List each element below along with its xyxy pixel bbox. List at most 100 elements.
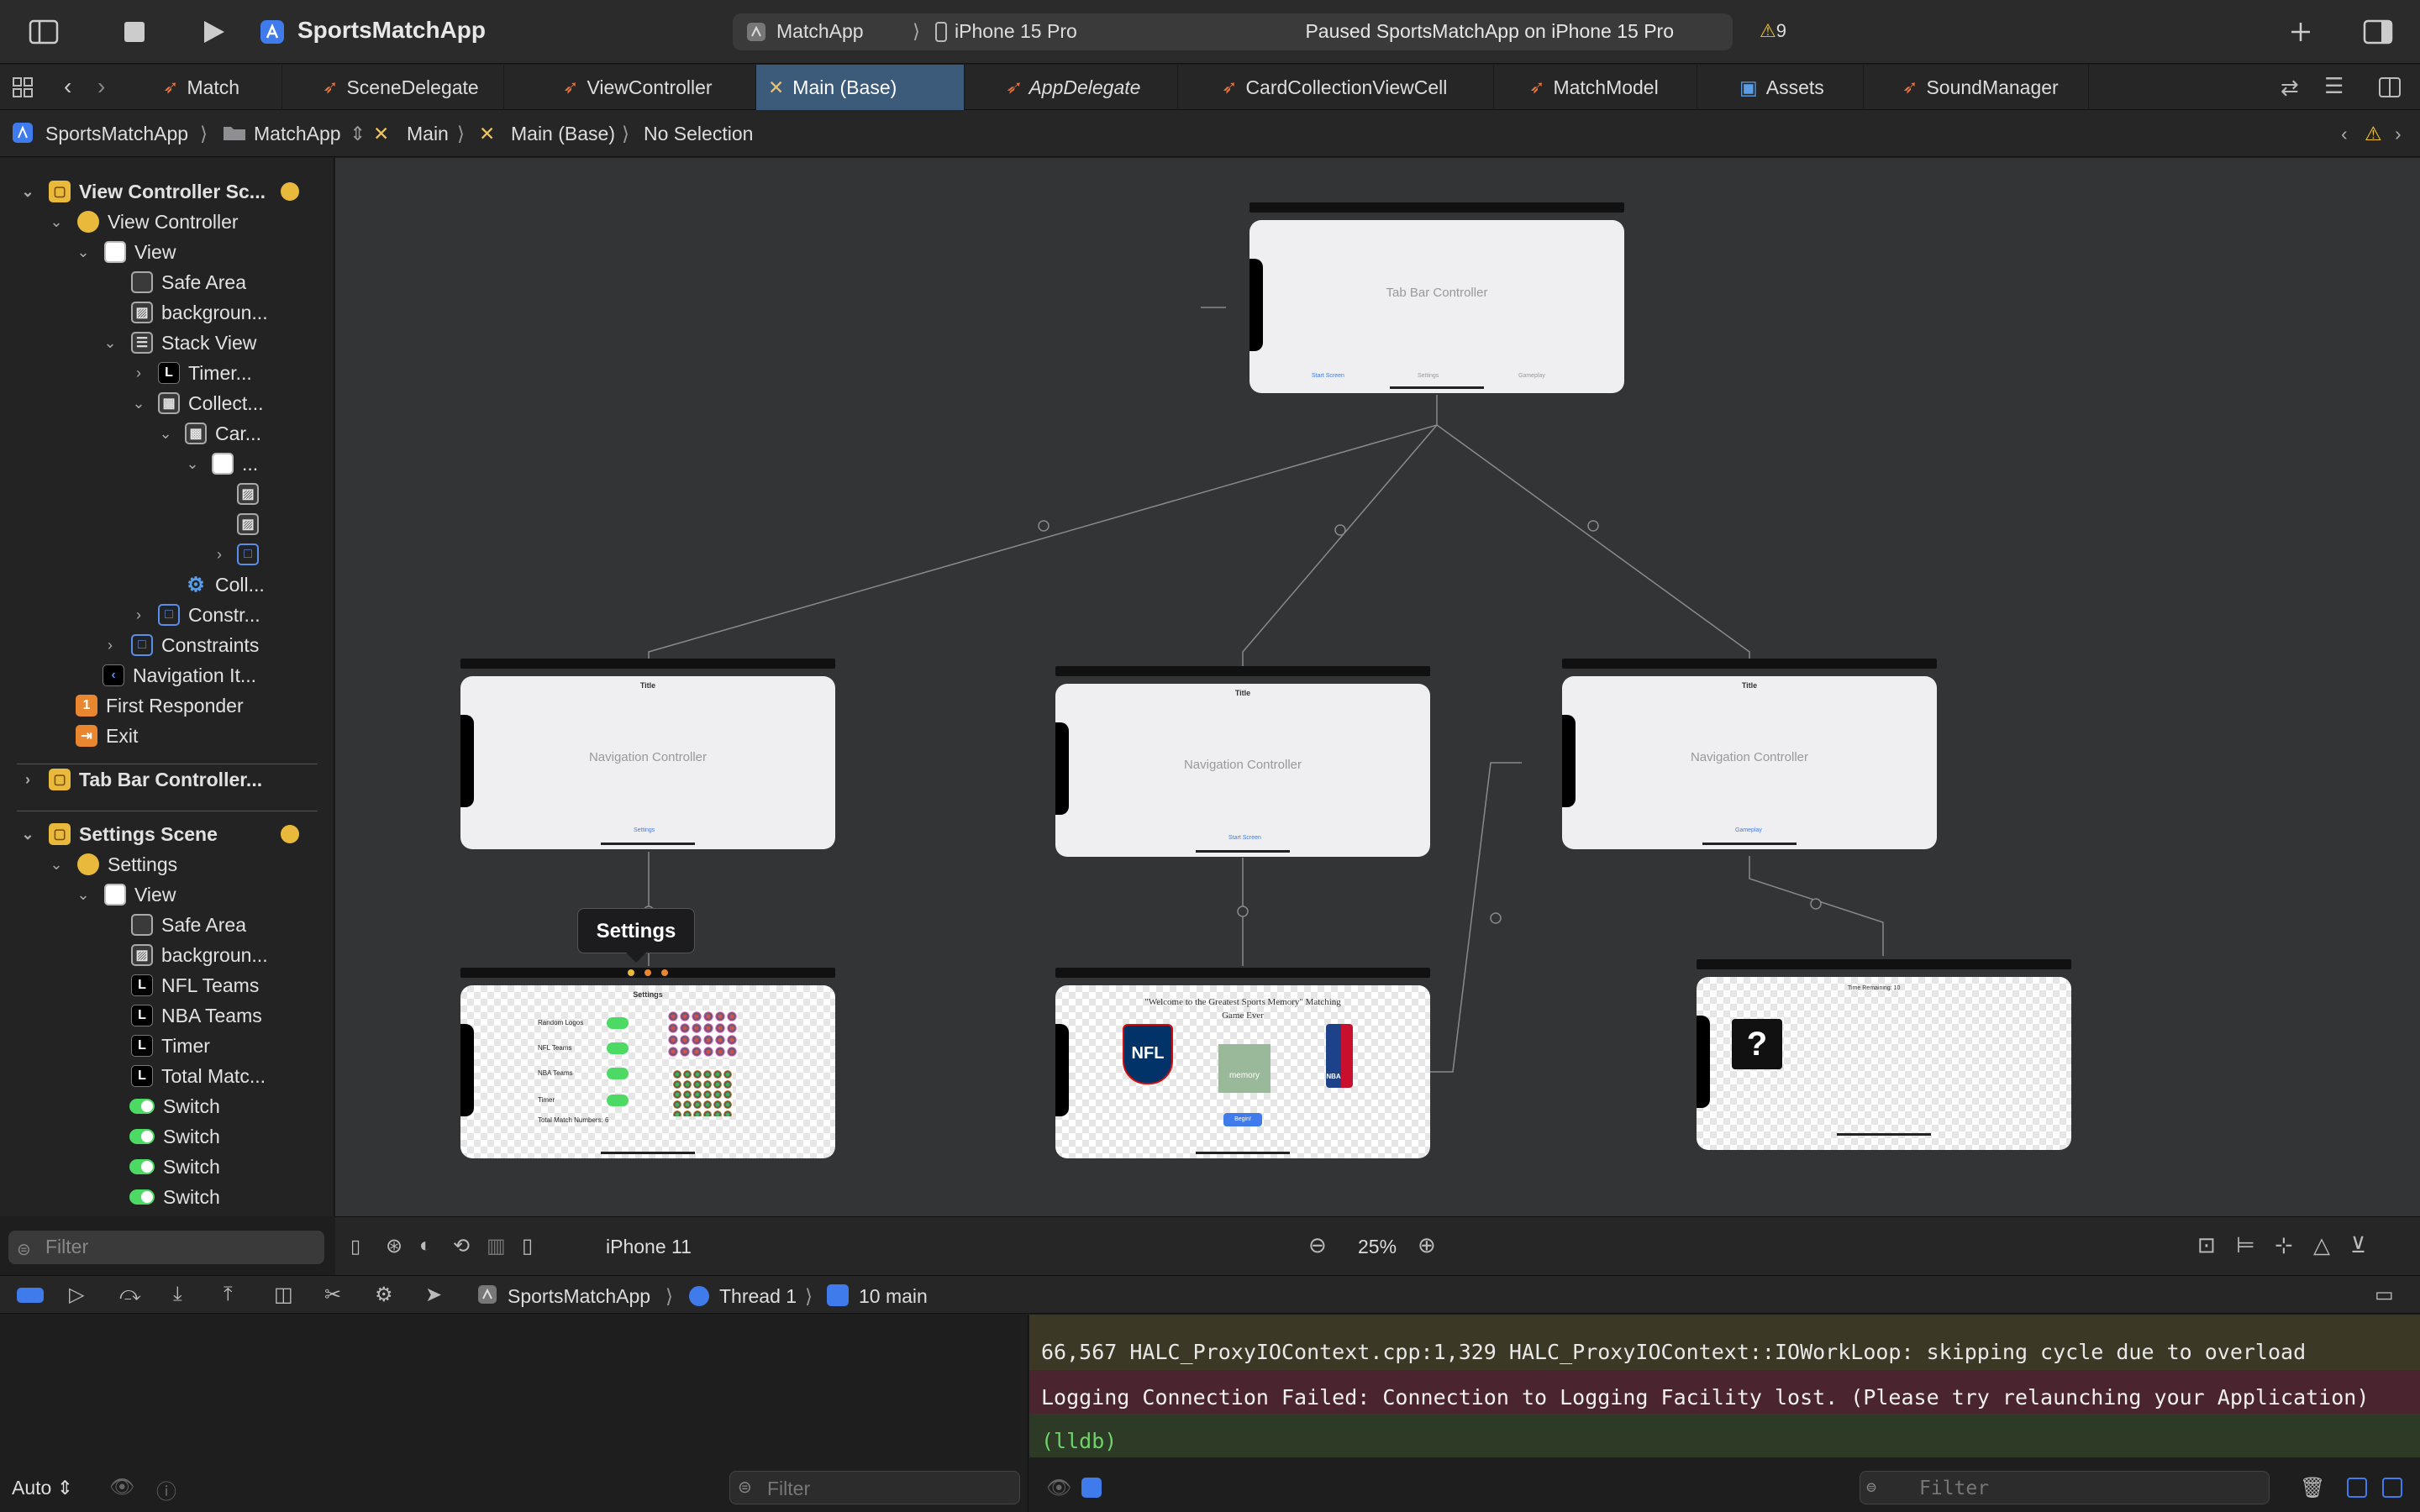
outline-row-nfl-teams[interactable]: L NFL Teams [131, 971, 259, 1000]
outline-row-tab-bar-scene[interactable]: › ▢ Tab Bar Controller... [18, 765, 262, 794]
outline-row-switch[interactable]: Switch [129, 1152, 220, 1181]
chevron-right-icon[interactable]: › [18, 771, 37, 789]
tab-bar-controller-scene[interactable]: Tab Bar Controller Start Screen Settings… [1249, 220, 1624, 393]
console-line-prompt[interactable]: (lldb) [1029, 1414, 2420, 1457]
simulate-location-icon[interactable]: ➤ [425, 1283, 442, 1307]
forward-icon[interactable]: › [97, 73, 105, 100]
breadcrumb-variant[interactable]: Main (Base) [511, 123, 615, 145]
breadcrumb-file[interactable]: Main [407, 123, 449, 145]
tab-assets[interactable]: ▣ Assets [1728, 65, 1864, 110]
variables-filter-input[interactable]: Filter [729, 1471, 1020, 1504]
outline-row-background[interactable]: ▨ backgroun... [131, 298, 268, 327]
outline-row-switch[interactable]: Switch [129, 1092, 220, 1121]
chevron-down-icon[interactable]: ⌄ [47, 856, 66, 874]
scene-dock-icon[interactable] [281, 182, 299, 201]
chevron-down-icon[interactable]: ⌄ [18, 183, 37, 201]
continue-icon[interactable]: ▷ [69, 1283, 84, 1307]
layout-icon[interactable]: ▥ [487, 1234, 506, 1258]
console-output-toggle-icon[interactable] [1081, 1478, 1102, 1498]
storyboard-canvas[interactable]: Tab Bar Controller Start Screen Settings… [335, 158, 2420, 1216]
variables-pane[interactable]: Auto ⇕ 👁 ⓘ Filter ⊜ [0, 1315, 1028, 1512]
scene-dock-icon[interactable] [281, 825, 299, 843]
device-config-label[interactable]: iPhone 11 [606, 1236, 692, 1258]
chevron-down-icon[interactable]: ⌄ [101, 334, 119, 352]
settings-view-controller[interactable]: Settings Random Logos NFL Teams NBA Team… [460, 985, 835, 1158]
tab-cardcollectionviewcell[interactable]: ➶ CardCollectionViewCell [1210, 65, 1494, 110]
outline-row-image-2[interactable]: ▨ [237, 510, 267, 538]
inspector-toggle-icon[interactable] [2363, 17, 2393, 47]
variables-scope-select[interactable]: Auto ⇕ [12, 1477, 73, 1499]
nfl-teams-switch[interactable] [607, 1042, 629, 1054]
console-pane[interactable]: 66,567 HALC_ProxyIOContext.cpp:1,329 HAL… [1029, 1315, 2420, 1512]
view-hierarchy-icon[interactable]: ◫ [274, 1283, 293, 1307]
scene-header[interactable] [1562, 659, 1937, 669]
nav-controller-settings[interactable]: Title Navigation Controller Settings [460, 676, 835, 849]
outline-row-settings-scene[interactable]: ⌄ ▢ Settings Scene [18, 820, 218, 848]
outline-row-switch[interactable]: Switch [129, 1122, 220, 1151]
tab-soundmanager[interactable]: ➶ SoundManager [1891, 65, 2089, 110]
nav-controller-gameplay[interactable]: Title Navigation Controller Gameplay [1562, 676, 1937, 849]
resolve-issues-icon[interactable]: △ [2313, 1232, 2330, 1258]
update-frames-icon[interactable]: ⊡ [2197, 1232, 2216, 1258]
scene-header[interactable] [460, 659, 835, 669]
scene-header[interactable] [1697, 959, 2071, 969]
grid-icon[interactable] [12, 76, 34, 98]
chevron-down-icon[interactable]: ⌄ [74, 244, 92, 261]
prev-issue-icon[interactable]: ‹ [2341, 123, 2348, 145]
editor-options-icon[interactable]: ☰ [2324, 73, 2344, 99]
chevron-down-icon[interactable]: ⌄ [156, 425, 175, 443]
debug-process[interactable]: SportsMatchApp [508, 1285, 650, 1308]
add-icon[interactable] [2286, 17, 2316, 47]
start-view-controller[interactable]: "Welcome to the Greatest Sports Memory" … [1055, 985, 1430, 1158]
step-out-icon[interactable]: ⤒ [224, 1283, 233, 1306]
chevron-right-icon[interactable]: › [129, 606, 148, 624]
environment-overrides-icon[interactable]: ⚙ [375, 1283, 393, 1307]
scene-header[interactable] [460, 968, 835, 978]
outline-row-view[interactable]: ⌄ View [74, 880, 176, 909]
quick-look-icon[interactable]: 👁 [109, 1475, 134, 1499]
outline-row-constraints-stack[interactable]: › □ Constr... [129, 601, 260, 629]
embed-icon[interactable]: ⊻ [2350, 1232, 2366, 1258]
gameplay-view-controller[interactable]: Time Remaining: 10 ? [1697, 977, 2071, 1150]
breadcrumb-project[interactable]: SportsMatchApp [45, 123, 188, 145]
trash-icon[interactable]: 🗑 [2300, 1476, 2325, 1499]
zoom-level[interactable]: 25% [1358, 1236, 1397, 1258]
breadcrumb-selection[interactable]: No Selection [644, 123, 753, 145]
vc-dock-icon[interactable] [628, 969, 634, 976]
first-responder-dock-icon[interactable] [644, 969, 651, 976]
split-editor-icon[interactable] [2378, 76, 2402, 98]
timer-switch[interactable] [607, 1095, 629, 1106]
navigator-toggle-icon[interactable] [29, 17, 59, 47]
outline-row-content-view[interactable]: ⌄... [183, 449, 258, 478]
outline-row-navigation-item[interactable]: ‹ Navigation It... [103, 661, 256, 690]
hide-debug-area-icon[interactable]: ▭ [2375, 1283, 2394, 1307]
outline-row-switch[interactable]: Switch [129, 1183, 220, 1211]
outline-row-timer[interactable]: › L Timer... [129, 359, 252, 387]
nav-controller-start[interactable]: Title Navigation Controller Start Screen [1055, 684, 1430, 857]
quick-look-icon[interactable]: 👁 [1046, 1476, 1071, 1499]
tab-matchmodel[interactable]: ➶ MatchModel [1518, 65, 1697, 110]
info-icon[interactable]: ⓘ [156, 1475, 176, 1504]
outline-row-constraints[interactable]: › □ Constraints [101, 631, 259, 659]
debug-frame[interactable]: 10 main [859, 1285, 928, 1308]
chevron-down-icon[interactable]: ⌄ [129, 395, 148, 412]
orientation-icon[interactable]: ⟲ [453, 1234, 470, 1258]
outline-row-constraints-cell[interactable]: › □ [210, 540, 267, 569]
chevron-right-icon[interactable]: › [101, 637, 119, 654]
show-console-icon[interactable] [2382, 1478, 2402, 1498]
outline-row-safe-area[interactable]: Safe Area [131, 268, 246, 297]
scheme-name[interactable]: MatchApp [776, 20, 864, 43]
outline-row-card-cell[interactable]: ⌄ ▩ Car... [156, 419, 261, 448]
tab-viewcontroller[interactable]: ➶ ViewController [551, 65, 756, 110]
debug-thread[interactable]: Thread 1 [719, 1285, 797, 1308]
back-icon[interactable]: ‹ [64, 73, 71, 100]
show-variables-icon[interactable] [2347, 1478, 2367, 1498]
step-over-icon[interactable]: ⤼ [119, 1283, 141, 1306]
outline-row-first-responder[interactable]: 1 First Responder [76, 691, 244, 720]
outline-row-timer[interactable]: L Timer [131, 1032, 210, 1060]
appearance-icon[interactable]: ◐ [419, 1234, 432, 1257]
chevron-right-icon[interactable]: › [210, 546, 229, 564]
chevron-down-icon[interactable]: ⌄ [74, 886, 92, 904]
warning-icon[interactable]: ⚠ [2365, 123, 2382, 145]
outline-row-nba-teams[interactable]: L NBA Teams [131, 1001, 262, 1030]
